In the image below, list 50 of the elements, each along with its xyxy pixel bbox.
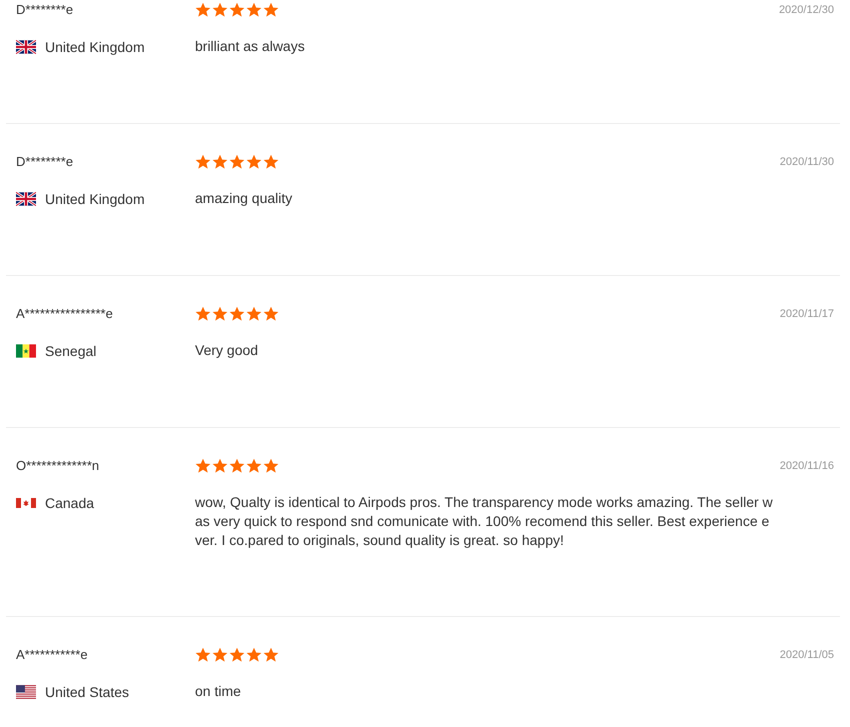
star-icon <box>246 458 262 474</box>
star-icon <box>195 647 211 663</box>
star-icon <box>263 2 279 18</box>
country-name: Canada <box>45 494 94 513</box>
flag-icon <box>16 192 36 206</box>
country-name: Senegal <box>45 342 96 361</box>
star-icon <box>229 458 245 474</box>
star-icon <box>212 306 228 322</box>
star-icon <box>229 2 245 18</box>
reviewer-name: A****************e <box>16 305 114 323</box>
star-icon <box>229 647 245 663</box>
review-date: 2020/11/17 <box>780 307 835 322</box>
review-date: 2020/11/05 <box>780 648 835 663</box>
reviewer-name: D********e <box>16 1 74 19</box>
star-icon <box>263 154 279 170</box>
star-icon <box>195 458 211 474</box>
star-icon <box>246 154 262 170</box>
flag-icon <box>16 40 36 54</box>
country-name: United Kingdom <box>45 190 145 209</box>
reviewer-name: O*************n <box>16 457 100 475</box>
reviewer-name: A***********e <box>16 646 89 664</box>
star-icon <box>246 2 262 18</box>
star-icon <box>263 306 279 322</box>
star-icon <box>195 2 211 18</box>
star-icon <box>263 458 279 474</box>
star-icon <box>212 458 228 474</box>
review-date: 2020/11/16 <box>780 459 835 474</box>
reviewer-name: D********e <box>16 153 74 171</box>
review-text: brilliant as always <box>195 37 306 56</box>
star-icon <box>229 154 245 170</box>
star-icon <box>263 647 279 663</box>
star-icon <box>246 306 262 322</box>
star-icon <box>229 306 245 322</box>
star-icon <box>246 647 262 663</box>
star-icon <box>195 306 211 322</box>
country-name: United States <box>45 683 130 702</box>
review-date: 2020/11/30 <box>780 155 835 170</box>
flag-icon <box>16 496 36 510</box>
star-icon <box>212 154 228 170</box>
flag-icon <box>16 344 36 358</box>
country-name: United Kingdom <box>45 38 145 57</box>
star-icon <box>195 154 211 170</box>
flag-icon <box>16 685 36 699</box>
review-text: wow, Qualty is identical to Airpods pros. The transparency mode works amazing. The seller was very quick to respond snd comunicate with. 100% recomend this seller. Best experience ever. I co.pared to originals, sound quality is great. so happy! <box>195 493 774 550</box>
star-icon <box>212 2 228 18</box>
review-date: 2020/12/30 <box>778 3 835 18</box>
review-text: on time <box>195 682 242 701</box>
review-text: amazing quality <box>195 189 294 208</box>
review-text: Very good <box>195 341 260 360</box>
star-icon <box>212 647 228 663</box>
